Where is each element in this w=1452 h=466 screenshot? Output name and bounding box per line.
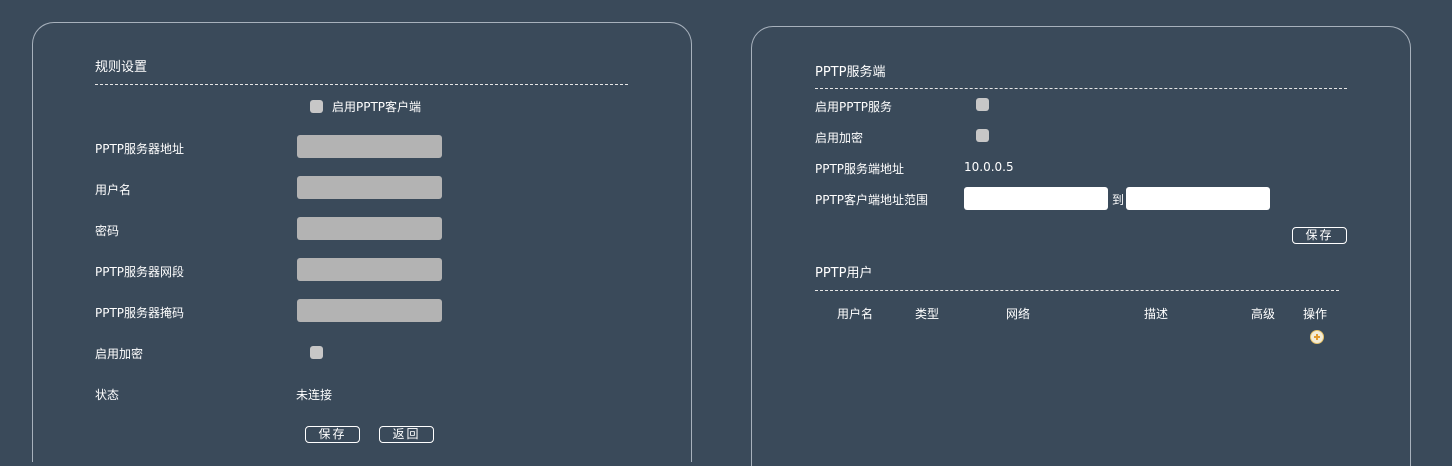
server-address-label: PPTP服务器地址 [95, 142, 185, 156]
divider [815, 88, 1347, 89]
server-address-value: 10.0.0.5 [964, 160, 1014, 174]
server-address-input[interactable] [297, 135, 442, 158]
rule-settings-title: 规则设置 [95, 60, 148, 75]
enable-service-checkbox[interactable] [976, 98, 989, 111]
column-header-username: 用户名 [837, 307, 874, 321]
server-panel [751, 26, 1411, 466]
range-to-label: 到 [1112, 193, 1125, 207]
enable-service-label: 启用PPTP服务 [815, 100, 893, 114]
server-title: PPTP服务端 [815, 65, 886, 80]
client-rule-panel [32, 22, 692, 462]
back-button[interactable]: 返回 [379, 426, 434, 443]
server-address-label: PPTP服务端地址 [815, 162, 905, 176]
status-value: 未连接 [296, 388, 333, 402]
encryption-checkbox[interactable] [310, 346, 323, 359]
pptp-users-title: PPTP用户 [815, 266, 873, 281]
column-header-type: 类型 [915, 307, 940, 321]
client-range-label: PPTP客户端地址范围 [815, 193, 929, 207]
save-button[interactable]: 保存 [305, 426, 360, 443]
server-encryption-checkbox[interactable] [976, 129, 989, 142]
server-encryption-label: 启用加密 [815, 131, 864, 145]
divider [815, 290, 1339, 291]
server-mask-label: PPTP服务器掩码 [95, 306, 185, 320]
column-header-network: 网络 [1006, 307, 1031, 321]
column-header-action: 操作 [1303, 307, 1328, 321]
status-label: 状态 [95, 388, 120, 402]
enable-client-checkbox[interactable] [310, 100, 323, 113]
encryption-label: 启用加密 [95, 347, 144, 361]
range-end-input[interactable] [1126, 187, 1270, 210]
username-input[interactable] [297, 176, 442, 199]
password-label: 密码 [95, 224, 120, 238]
server-mask-input[interactable] [297, 299, 442, 322]
add-user-icon[interactable] [1310, 330, 1324, 344]
username-label: 用户名 [95, 183, 132, 197]
server-subnet-input[interactable] [297, 258, 442, 281]
password-input[interactable] [297, 217, 442, 240]
enable-client-label: 启用PPTP客户端 [332, 100, 422, 114]
column-header-description: 描述 [1144, 307, 1169, 321]
column-header-advanced: 高级 [1251, 307, 1276, 321]
range-start-input[interactable] [964, 187, 1108, 210]
server-save-button[interactable]: 保存 [1292, 227, 1347, 244]
divider [95, 84, 628, 85]
server-subnet-label: PPTP服务器网段 [95, 265, 185, 279]
